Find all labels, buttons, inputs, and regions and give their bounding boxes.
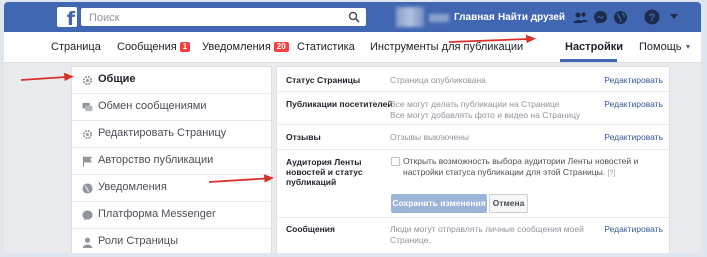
setting-label: Отзывы bbox=[286, 132, 321, 142]
sidebar-item-label: Платформа Messenger bbox=[98, 208, 216, 220]
annotation-arrow-audience bbox=[208, 174, 274, 183]
setting-row-reviews: Отзывы Отзывы выключены Редактировать bbox=[277, 125, 669, 150]
search-input[interactable] bbox=[87, 10, 341, 26]
settings-sidebar: Общие Обмен сообщениями Редактировать Ст… bbox=[71, 66, 272, 253]
save-changes-button[interactable]: Сохранить изменения bbox=[391, 194, 487, 213]
edit-link[interactable]: Редактировать bbox=[604, 224, 663, 234]
news-feed-audience-checkbox[interactable] bbox=[391, 157, 400, 166]
globe-icon bbox=[82, 183, 93, 194]
setting-value-line1: Все могут делать публикации на Странице bbox=[390, 99, 560, 109]
gear-icon bbox=[82, 129, 93, 140]
annotation-arrow-general bbox=[20, 72, 74, 81]
tab-help[interactable]: Помощь ▼ bbox=[639, 41, 691, 53]
top-bar: f Главная Найти друзей ? bbox=[4, 2, 701, 32]
sidebar-item-messenger-platform[interactable]: Платформа Messenger bbox=[72, 202, 271, 229]
person-icon bbox=[82, 237, 93, 248]
search-box bbox=[81, 8, 366, 26]
help-question-icon[interactable]: [?] bbox=[607, 170, 615, 177]
setting-row-news-feed-audience: Аудитория Ленты новостей и статус публик… bbox=[277, 150, 669, 218]
sidebar-item-page-roles[interactable]: Роли Страницы bbox=[72, 229, 271, 253]
edit-link[interactable]: Редактировать bbox=[604, 75, 663, 85]
page-nav: Страница Сообщения 1 Уведомления 20 Статис… bbox=[4, 32, 701, 63]
messages-badge: 1 bbox=[179, 42, 191, 52]
notifications-badge: 20 bbox=[273, 42, 289, 52]
setting-label-line1: Аудитория Ленты bbox=[286, 157, 362, 167]
friend-requests-icon[interactable] bbox=[573, 10, 588, 25]
setting-row-page-status: Статус Страницы Страница опубликована Ре… bbox=[277, 67, 669, 92]
setting-label-line3: публикаций bbox=[286, 177, 337, 187]
sidebar-item-general[interactable]: Общие bbox=[72, 67, 271, 94]
setting-label: Сообщения bbox=[286, 224, 335, 234]
tab-notifications[interactable]: Уведомления 20 bbox=[202, 41, 289, 53]
help-icon[interactable]: ? bbox=[644, 9, 660, 25]
setting-value-line1: Люди могут отправлять личные сообщения м… bbox=[390, 224, 584, 234]
sidebar-item-messaging[interactable]: Обмен сообщениями bbox=[72, 94, 271, 121]
setting-row-messages: Сообщения Люди могут отправлять личные с… bbox=[277, 218, 669, 253]
annotation-arrow-settings bbox=[448, 34, 536, 43]
sidebar-item-edit-page[interactable]: Редактировать Страницу bbox=[72, 121, 271, 148]
browser-frame: f Главная Найти друзей ? bbox=[4, 2, 701, 253]
account-menu-chevron-down-icon[interactable] bbox=[670, 14, 678, 20]
tab-statistics[interactable]: Статистика bbox=[297, 41, 355, 53]
chat-bubble-icon bbox=[82, 102, 93, 112]
tab-settings[interactable]: Настройки bbox=[565, 41, 623, 53]
tab-messages[interactable]: Сообщения 1 bbox=[117, 41, 191, 53]
sidebar-item-label: Уведомления bbox=[98, 181, 167, 193]
tab-page[interactable]: Страница bbox=[51, 41, 101, 53]
gear-icon bbox=[82, 75, 93, 86]
sidebar-item-label: Редактировать Страницу bbox=[98, 127, 227, 139]
sidebar-item-label: Роли Страницы bbox=[98, 235, 178, 247]
profile-name[interactable] bbox=[429, 14, 449, 22]
flag-icon bbox=[82, 156, 93, 167]
edit-link[interactable]: Редактировать bbox=[604, 99, 663, 109]
sidebar-item-label: Общие bbox=[98, 73, 136, 85]
setting-value-line2: Все могут добавлять фото и видео на Стра… bbox=[390, 110, 581, 120]
setting-value: Отзывы выключены bbox=[390, 132, 470, 142]
setting-row-visitor-posts: Публикации посетителей Все могут делать … bbox=[277, 92, 669, 125]
general-settings-panel: Статус Страницы Страница опубликована Ре… bbox=[276, 66, 670, 253]
svg-text:?: ? bbox=[649, 12, 656, 24]
cancel-button[interactable]: Отмена bbox=[489, 194, 528, 213]
sidebar-item-label: Обмен сообщениями bbox=[98, 100, 207, 112]
setting-label: Публикации посетителей bbox=[286, 99, 393, 109]
edit-link[interactable]: Редактировать bbox=[604, 132, 663, 142]
checkbox-label: Открыть возможность выбора аудитории Лен… bbox=[403, 156, 639, 177]
messenger-icon bbox=[82, 210, 93, 221]
search-icon[interactable] bbox=[348, 11, 360, 23]
sidebar-item-post-attribution[interactable]: Авторство публикации bbox=[72, 148, 271, 175]
profile-avatar[interactable] bbox=[396, 7, 424, 27]
setting-value-line2: Странице. bbox=[390, 235, 431, 245]
setting-label-line2: новостей и статус bbox=[286, 167, 363, 177]
setting-label: Статус Страницы bbox=[286, 75, 361, 85]
active-tab-indicator bbox=[560, 59, 617, 62]
find-friends-link[interactable]: Найти друзей bbox=[498, 12, 565, 23]
help-chevron-down-icon: ▼ bbox=[684, 44, 692, 51]
notifications-globe-icon[interactable] bbox=[613, 10, 628, 25]
sidebar-item-label: Авторство публикации bbox=[98, 154, 214, 166]
home-link[interactable]: Главная bbox=[454, 12, 495, 23]
messenger-icon[interactable] bbox=[593, 10, 608, 25]
setting-value: Страница опубликована bbox=[390, 75, 486, 85]
facebook-logo[interactable]: f bbox=[57, 7, 77, 30]
